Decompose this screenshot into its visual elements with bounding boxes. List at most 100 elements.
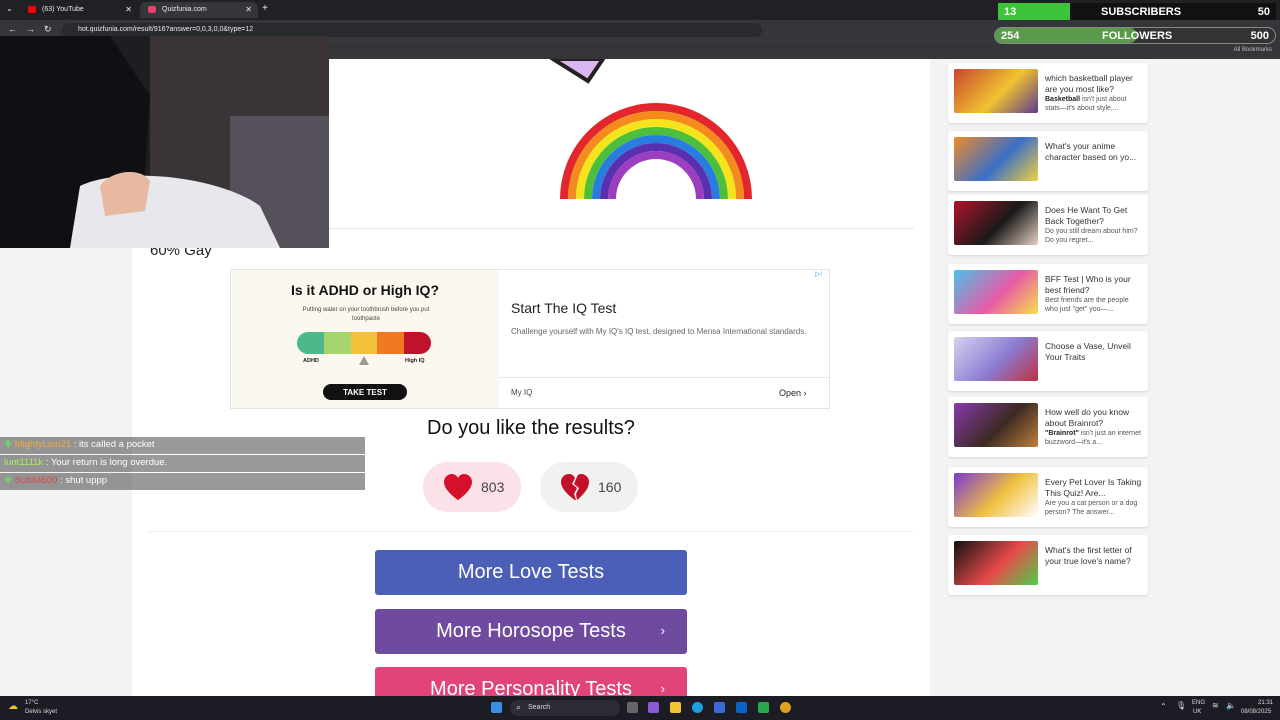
region-code[interactable]: UK <box>1193 709 1201 715</box>
quiz-title-text: Does He Want To Get Back Together? <box>1045 205 1128 226</box>
weather-desc[interactable]: Delvis skyet <box>25 709 57 715</box>
quiz-thumbnail <box>954 69 1038 113</box>
chat-message: ✚ Sufol4500 : shut uppp <box>0 473 365 490</box>
app-icon[interactable] <box>758 702 769 713</box>
quiz-thumbnail <box>954 201 1038 245</box>
chevron-right-icon: › <box>660 623 665 638</box>
chevron-right-icon: › <box>660 681 665 696</box>
followers-goal: 500 <box>1250 30 1269 42</box>
tab-label: Quizfunia.com <box>162 6 207 13</box>
quiz-thumbnail <box>954 270 1038 314</box>
more-love-tests-button[interactable]: More Love Tests <box>375 550 687 595</box>
chat-username: Sufol4500 <box>14 475 58 486</box>
ad-subtitle: Putting water on your toothbrush before … <box>302 307 430 322</box>
scale-segment <box>404 332 431 354</box>
scale-segment <box>377 332 405 354</box>
quiz-card[interactable]: Every Pet Lover Is Taking This Quiz! Are… <box>948 467 1148 527</box>
ad-open-button[interactable]: Open › <box>779 388 807 398</box>
quizfunia-favicon-icon <box>148 6 156 13</box>
store-icon[interactable] <box>714 702 725 713</box>
more-personality-tests-button[interactable]: More Personality Tests › <box>375 667 687 696</box>
volume-icon[interactable]: 🔈 <box>1226 701 1236 710</box>
quiz-thumbnail <box>954 137 1038 181</box>
followers-label: FOLLOWERS <box>1102 30 1173 42</box>
close-tab-icon[interactable]: ✕ <box>245 5 252 14</box>
file-explorer-icon[interactable] <box>670 702 681 713</box>
all-bookmarks[interactable]: All Bookmarks <box>1234 47 1272 53</box>
more-horoscope-tests-button[interactable]: More Horosope Tests › <box>375 609 687 654</box>
mail-icon[interactable] <box>736 702 747 713</box>
ad-description: Challenge yourself with My IQ's IQ test,… <box>511 327 807 336</box>
quiz-description-bold: "Brainrot" <box>1045 430 1079 437</box>
scale-segment <box>350 332 378 354</box>
reload-icon[interactable]: ↻ <box>44 24 52 35</box>
windows-start-icon[interactable] <box>491 702 502 713</box>
forward-icon[interactable]: → <box>26 24 35 34</box>
quiz-description: Basketball isn't just about stats—it's a… <box>1045 95 1143 113</box>
tray-chevron-up-icon[interactable]: ⌃ <box>1160 702 1167 711</box>
microphone-icon[interactable]: 🎙 <box>1176 701 1186 710</box>
url-text: hot.quizfunia.com/result/916?answer=0,0,… <box>78 26 254 33</box>
ad-question: Is it ADHD or High IQ? <box>290 282 440 298</box>
new-tab-icon[interactable]: + <box>262 3 268 14</box>
ad-image-panel: Is it ADHD or High IQ? Putting water on … <box>231 270 499 408</box>
quiz-description: Are you a cat person or a dog person? Th… <box>1045 499 1143 517</box>
quiz-description: Do you still dream about him? Do you reg… <box>1045 227 1143 245</box>
wifi-icon[interactable]: ≋ <box>1212 701 1219 710</box>
chat-text: : shut uppp <box>57 475 108 486</box>
quiz-card[interactable]: What's your anime character based on yo.… <box>948 131 1148 191</box>
task-view-icon[interactable] <box>627 702 638 713</box>
tab-quizfunia[interactable]: Quizfunia.com ✕ <box>140 2 258 18</box>
quiz-title: Choose a Vase, Unveil Your Traits <box>1045 341 1143 363</box>
followers-current: 254 <box>1001 30 1020 42</box>
windows-taskbar: ☁ 17°C Delvis skyet ⌕ Search ⌃ 🎙 ENG UK … <box>0 696 1280 720</box>
quiz-card[interactable]: Does He Want To Get Back Together? Do you… <box>948 195 1148 255</box>
button-label: More Horosope Tests <box>436 620 626 642</box>
quiz-description: Best friends are the people who just "ge… <box>1045 296 1143 314</box>
quiz-description-text: Are you a cat person or a dog person? Th… <box>1045 500 1138 516</box>
like-button[interactable]: 803 <box>423 462 521 512</box>
chat-username: lunt1111k <box>4 457 44 468</box>
tab-list-chevron-icon[interactable]: ⌄ <box>6 4 13 13</box>
search-placeholder: Search <box>528 704 551 711</box>
quiz-card[interactable]: How well do you know about Brainrot? "Bra… <box>948 397 1148 457</box>
back-icon[interactable]: ← <box>8 24 17 34</box>
webcam-overlay <box>0 36 329 248</box>
quiz-title-text: Every Pet Lover Is Taking This Quiz! Are… <box>1045 477 1142 498</box>
ad-scale-bar <box>297 332 431 354</box>
dislike-count: 160 <box>598 479 622 495</box>
copilot-icon[interactable] <box>648 702 659 713</box>
advertisement[interactable]: Is it ADHD or High IQ? Putting water on … <box>230 269 830 409</box>
quiz-card[interactable]: BFF Test | Who is your best friend? Best … <box>948 264 1148 324</box>
quiz-title: which basketball player are you most lik… <box>1045 73 1143 113</box>
quiz-title-text: What's the first letter of your true lov… <box>1045 545 1132 566</box>
clock-date[interactable]: 08/08/2025 <box>1241 709 1271 715</box>
tab-label: (63) YouTube <box>42 6 84 13</box>
language-code[interactable]: ENG <box>1192 700 1205 706</box>
quiz-thumbnail <box>954 337 1038 381</box>
chrome-icon[interactable] <box>780 702 791 713</box>
quiz-thumbnail <box>954 541 1038 585</box>
ad-divider <box>499 377 829 378</box>
webcam-image <box>0 36 329 248</box>
edge-icon[interactable] <box>692 702 703 713</box>
weather-temp[interactable]: 17°C <box>25 700 38 706</box>
take-test-button[interactable]: TAKE TEST <box>323 384 407 400</box>
quiz-card[interactable]: which basketball player are you most lik… <box>948 63 1148 123</box>
quiz-card[interactable]: Choose a Vase, Unveil Your Traits <box>948 331 1148 391</box>
quiz-title-text: What's your anime character based on yo.… <box>1045 141 1137 162</box>
ad-choices-icon[interactable]: ▷⁝ <box>815 270 823 278</box>
quiz-description-text: Do you still dream about him? Do you reg… <box>1045 228 1138 244</box>
close-tab-icon[interactable]: ✕ <box>125 5 132 14</box>
button-label: More Personality Tests <box>430 678 632 696</box>
taskbar-search[interactable]: ⌕ Search <box>510 700 620 716</box>
url-field[interactable]: hot.quizfunia.com/result/916?answer=0,0,… <box>62 23 762 37</box>
quiz-title-text: Choose a Vase, Unveil Your Traits <box>1045 341 1131 362</box>
clock-time[interactable]: 21:31 <box>1258 700 1273 706</box>
ad-title[interactable]: Start The IQ Test <box>511 300 616 316</box>
dislike-button[interactable]: 160 <box>540 462 638 512</box>
scale-pointer-icon <box>359 356 369 365</box>
quiz-card[interactable]: What's the first letter of your true lov… <box>948 535 1148 595</box>
tab-youtube[interactable]: (63) YouTube ✕ <box>20 2 138 18</box>
chat-text: : its called a pocket <box>71 439 155 450</box>
